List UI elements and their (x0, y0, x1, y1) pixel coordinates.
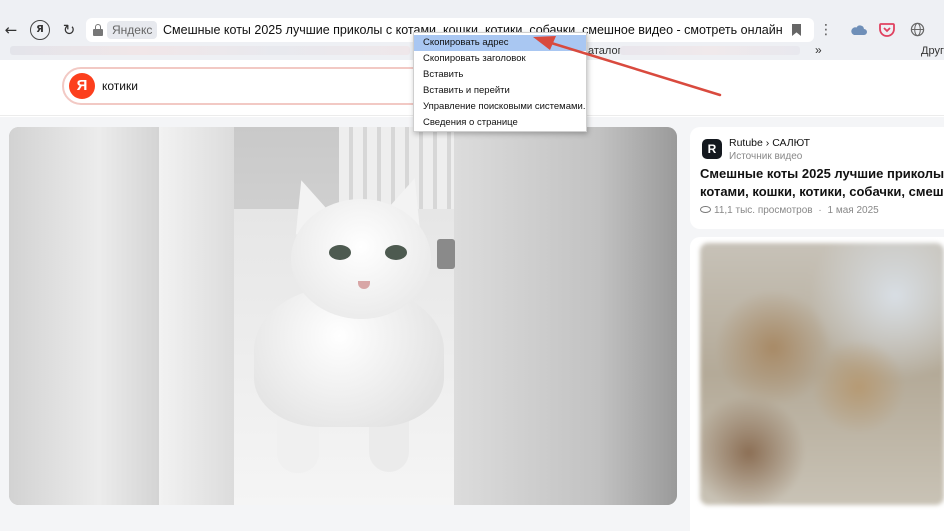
video-meta: 11,1 тыс. просмотров · 1 мая 2025 (700, 204, 879, 217)
meta-separator: · (818, 205, 822, 216)
video-date: 1 мая 2025 (827, 205, 879, 216)
context-menu: Скопировать адрес Скопировать заголовок … (413, 32, 587, 132)
menu-paste-and-go[interactable]: Вставить и перейти (414, 83, 586, 99)
blurred-bookmarks-2 (620, 46, 800, 55)
cloud-extension-icon[interactable] (849, 20, 869, 40)
menu-page-info[interactable]: Сведения о странице (414, 115, 586, 131)
white-cat-image (219, 171, 469, 477)
search-box[interactable]: Я котики (62, 67, 442, 105)
toolbar-overflow-edge (935, 20, 944, 40)
kebab-menu-icon[interactable]: ⋮ (816, 20, 836, 40)
menu-paste[interactable]: Вставить (414, 67, 586, 83)
yandex-logo-icon[interactable]: Я (30, 20, 50, 40)
menu-copy-address[interactable]: Скопировать адрес (414, 35, 586, 51)
video-info-card[interactable]: R Rutube › САЛЮТ Источник видео Смешные … (690, 127, 944, 229)
lock-icon (93, 24, 103, 36)
menu-manage-search-engines[interactable]: Управление поисковыми системами... (414, 99, 586, 115)
bookmark-catalog[interactable]: аталог (588, 44, 622, 58)
browser-window: ← Я ↻ Яндекс Смешные коты 2025 лучшие пр… (0, 0, 944, 531)
yandex-search-logo[interactable]: Я (69, 73, 95, 99)
globe-icon[interactable] (907, 20, 927, 40)
views-eye-icon (700, 206, 711, 213)
site-label[interactable]: Яндекс (107, 21, 158, 39)
rutube-logo-icon: R (702, 139, 722, 159)
other-bookmarks[interactable]: Други (921, 44, 944, 58)
video-views: 11,1 тыс. просмотров (714, 205, 813, 216)
menu-copy-title[interactable]: Скопировать заголовок (414, 51, 586, 67)
bookmarks-more-chevron[interactable]: » (815, 43, 822, 57)
video-player[interactable] (9, 127, 677, 505)
pocket-icon[interactable] (877, 20, 897, 40)
related-videos-card[interactable] (690, 237, 944, 531)
search-input[interactable]: котики (102, 78, 138, 94)
bookmark-icon[interactable] (792, 24, 801, 36)
blurred-thumbnail[interactable] (700, 243, 944, 505)
reload-icon[interactable]: ↻ (59, 20, 79, 40)
video-frame (9, 127, 677, 505)
video-title[interactable]: Смешные коты 2025 лучшие приколы с котам… (700, 165, 944, 201)
back-arrow-icon[interactable]: ← (1, 20, 21, 40)
video-source-type: Источник видео (729, 151, 803, 162)
blurred-bookmarks (10, 46, 410, 55)
video-source[interactable]: Rutube › САЛЮТ (729, 137, 810, 150)
